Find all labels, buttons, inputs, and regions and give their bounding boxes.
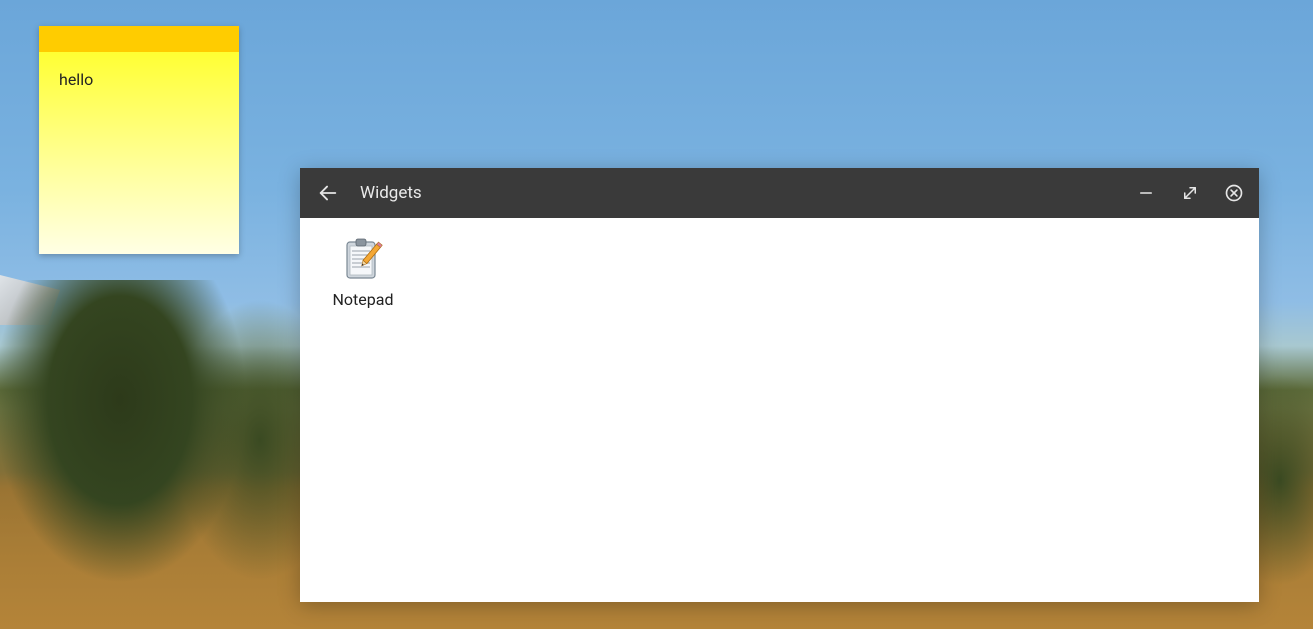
sticky-note-widget[interactable]: hello [39, 26, 239, 254]
widget-item-label: Notepad [320, 290, 406, 309]
minimize-button[interactable] [1135, 182, 1157, 204]
notepad-icon [339, 236, 387, 284]
widgets-window: Widgets [300, 168, 1259, 602]
close-icon [1224, 183, 1244, 203]
expand-icon [1181, 184, 1199, 202]
window-controls [1135, 182, 1245, 204]
back-button[interactable] [314, 179, 342, 207]
widgets-titlebar[interactable]: Widgets [300, 168, 1259, 218]
widget-item-notepad[interactable]: Notepad [320, 236, 406, 309]
sticky-note-body[interactable]: hello [39, 52, 239, 254]
maximize-button[interactable] [1179, 182, 1201, 204]
minimize-icon [1137, 184, 1155, 202]
sticky-note-header[interactable] [39, 26, 239, 52]
desktop-background: hello Widgets [0, 0, 1313, 629]
widgets-title: Widgets [360, 183, 1117, 203]
arrow-left-icon [317, 182, 339, 204]
sticky-note-text: hello [59, 70, 93, 89]
close-button[interactable] [1223, 182, 1245, 204]
widgets-body: Notepad [300, 218, 1259, 602]
